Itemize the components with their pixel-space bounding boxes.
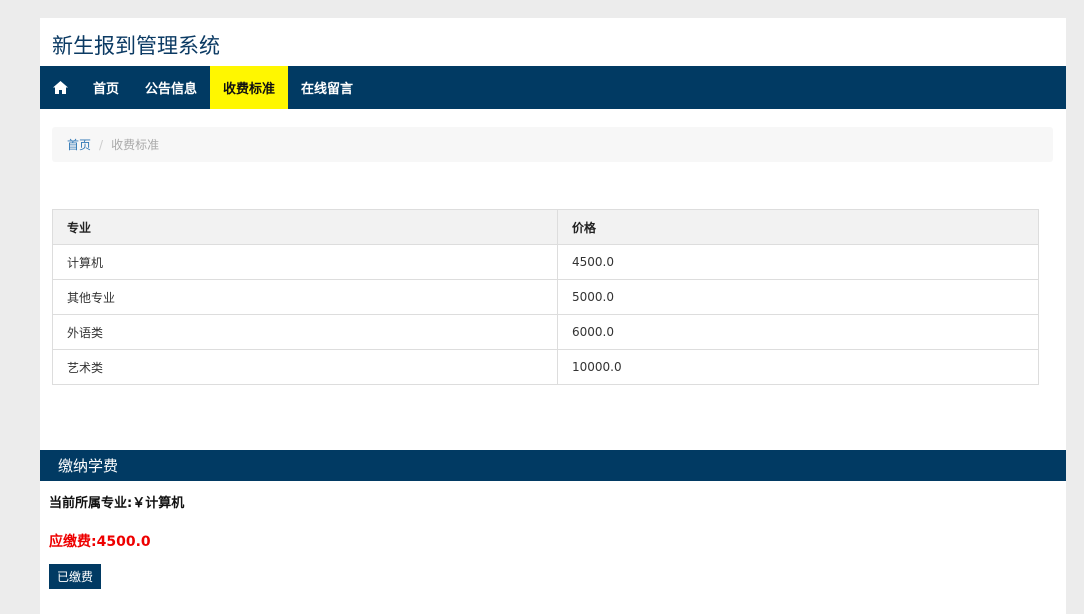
nav-home-button[interactable] — [40, 66, 80, 109]
cell-price: 6000.0 — [557, 314, 1039, 350]
payment-section-header: 缴纳学费 — [40, 450, 1066, 481]
breadcrumb-home-link[interactable]: 首页 — [67, 136, 91, 153]
home-icon — [52, 81, 68, 94]
current-major-text: 当前所属专业:￥计算机 — [49, 496, 185, 511]
site-title: 新生报到管理系统 — [52, 34, 220, 58]
cell-price: 5000.0 — [557, 279, 1039, 315]
table-row: 艺术类 10000.0 — [52, 349, 1039, 385]
breadcrumb: 首页 / 收费标准 — [52, 127, 1053, 162]
column-header-major: 专业 — [52, 209, 558, 245]
page-container: 新生报到管理系统 首页 公告信息 收费标准 在线留言 首页 / 收费标准 专业 … — [40, 18, 1066, 614]
cell-price: 4500.0 — [557, 244, 1039, 280]
table-row: 计算机 4500.0 — [52, 244, 1039, 280]
table-header-row: 专业 价格 — [52, 209, 1039, 245]
cell-price: 10000.0 — [557, 349, 1039, 385]
breadcrumb-separator: / — [99, 137, 104, 152]
cell-major: 外语类 — [52, 314, 558, 350]
fee-standard-table: 专业 价格 计算机 4500.0 其他专业 5000.0 外语类 6000.0 … — [52, 209, 1039, 385]
due-fee-text: 应缴费:4500.0 — [49, 534, 151, 550]
cell-major: 计算机 — [52, 244, 558, 280]
breadcrumb-current: 收费标准 — [111, 138, 160, 152]
cell-major: 艺术类 — [52, 349, 558, 385]
column-header-price: 价格 — [557, 209, 1039, 245]
nav-item-messages[interactable]: 在线留言 — [288, 66, 366, 109]
cell-major: 其他专业 — [52, 279, 558, 315]
nav-item-fee-standard[interactable]: 收费标准 — [210, 66, 289, 109]
main-navbar: 首页 公告信息 收费标准 在线留言 — [40, 66, 1066, 109]
table-row: 其他专业 5000.0 — [52, 279, 1039, 315]
table-row: 外语类 6000.0 — [52, 314, 1039, 350]
paid-button[interactable]: 已缴费 — [49, 564, 102, 589]
nav-item-announcements[interactable]: 公告信息 — [132, 66, 210, 109]
nav-item-home[interactable]: 首页 — [80, 66, 132, 109]
